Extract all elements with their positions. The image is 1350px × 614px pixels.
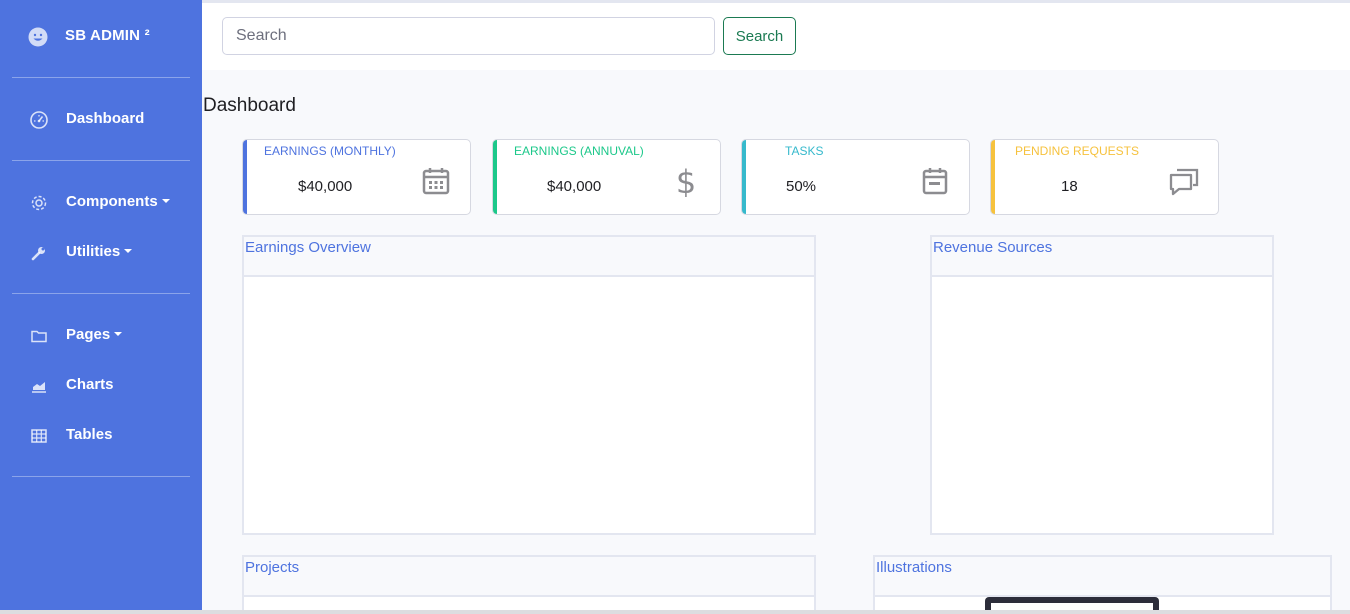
search-input[interactable] xyxy=(222,17,715,55)
comments-icon xyxy=(1169,168,1199,196)
page-title: Dashboard xyxy=(203,95,296,116)
panel-header: Projects xyxy=(244,557,814,597)
sidebar-item-label: Tables xyxy=(66,426,113,443)
caret-down-icon xyxy=(114,332,123,336)
caret-down-icon xyxy=(161,199,170,203)
card-caption: EARNINGS (ANNUVAL) xyxy=(514,144,644,158)
tachometer-icon xyxy=(29,111,48,129)
card-accent xyxy=(742,140,746,214)
bottom-border xyxy=(0,610,1350,614)
sidebar-item-components[interactable]: Components xyxy=(0,187,202,217)
panel-header: Earnings Overview xyxy=(244,237,814,277)
brand-name: SB ADMIN ² xyxy=(65,27,150,44)
panel-title: Earnings Overview xyxy=(245,239,371,256)
laugh-wink-icon xyxy=(28,27,48,47)
earnings-overview-panel: Earnings Overview xyxy=(242,235,816,535)
panel-header: Illustrations xyxy=(875,557,1330,597)
illustrations-panel: Illustrations xyxy=(873,555,1332,614)
sidebar-item-label: Utilities xyxy=(66,243,121,260)
search-button[interactable]: Search xyxy=(723,17,796,55)
revenue-sources-panel: Revenue Sources xyxy=(930,235,1274,535)
card-caption: TASKS xyxy=(785,144,824,158)
table-icon xyxy=(29,427,48,445)
card-caption: PENDING REQUESTS xyxy=(1015,144,1140,158)
card-value: 50% xyxy=(786,178,817,195)
sidebar-item-pages[interactable]: Pages xyxy=(0,320,202,350)
card-earnings-monthly: EARNINGS (MONTHLY) $40,000 xyxy=(242,139,471,215)
folder-icon xyxy=(29,327,48,345)
clipboard-icon xyxy=(922,168,948,195)
illustration-image xyxy=(985,597,1159,613)
card-pending-requests: PENDING REQUESTS 18 xyxy=(990,139,1219,215)
sidebar-brand[interactable]: SB ADMIN ² xyxy=(28,26,150,48)
projects-panel: Projects xyxy=(242,555,816,614)
sidebar-item-label: Charts xyxy=(66,376,114,393)
caret-down-icon xyxy=(124,249,133,253)
wrench-icon xyxy=(29,244,48,262)
sidebar-divider xyxy=(12,293,190,294)
sidebar-item-utilities[interactable]: Utilities xyxy=(0,237,202,267)
card-accent xyxy=(991,140,995,214)
area-chart-icon xyxy=(29,377,48,395)
sidebar-item-label: Dashboard xyxy=(66,110,145,127)
panel-title: Projects xyxy=(245,559,300,576)
sidebar: SB ADMIN ² Dashboard Components Utilitie… xyxy=(0,0,202,614)
panel-title: Revenue Sources xyxy=(933,239,1053,256)
gear-icon xyxy=(29,194,48,212)
sidebar-divider xyxy=(12,476,190,477)
card-value: $40,000 xyxy=(547,178,602,195)
sidebar-item-charts[interactable]: Charts xyxy=(0,370,202,400)
sidebar-item-label: Pages xyxy=(66,326,111,343)
card-tasks: TASKS 50% xyxy=(741,139,970,215)
sidebar-item-tables[interactable]: Tables xyxy=(0,420,202,450)
svg-text:$: $ xyxy=(676,165,696,197)
card-earnings-annual: EARNINGS (ANNUVAL) $40,000 $ xyxy=(492,139,721,215)
card-value: 18 xyxy=(1061,178,1078,195)
card-accent xyxy=(243,140,247,214)
dollar-icon: $ xyxy=(676,165,696,197)
topbar: Search xyxy=(202,3,1350,70)
sidebar-divider xyxy=(12,77,190,78)
sidebar-divider xyxy=(12,160,190,161)
card-accent xyxy=(493,140,497,214)
calendar-icon xyxy=(422,168,450,195)
sidebar-item-dashboard[interactable]: Dashboard xyxy=(0,104,202,134)
card-value: $40,000 xyxy=(298,178,353,195)
panel-title: Illustrations xyxy=(876,559,952,576)
sidebar-item-label: Components xyxy=(66,193,158,210)
card-caption: EARNINGS (MONTHLY) xyxy=(264,144,396,158)
panel-header: Revenue Sources xyxy=(932,237,1272,277)
